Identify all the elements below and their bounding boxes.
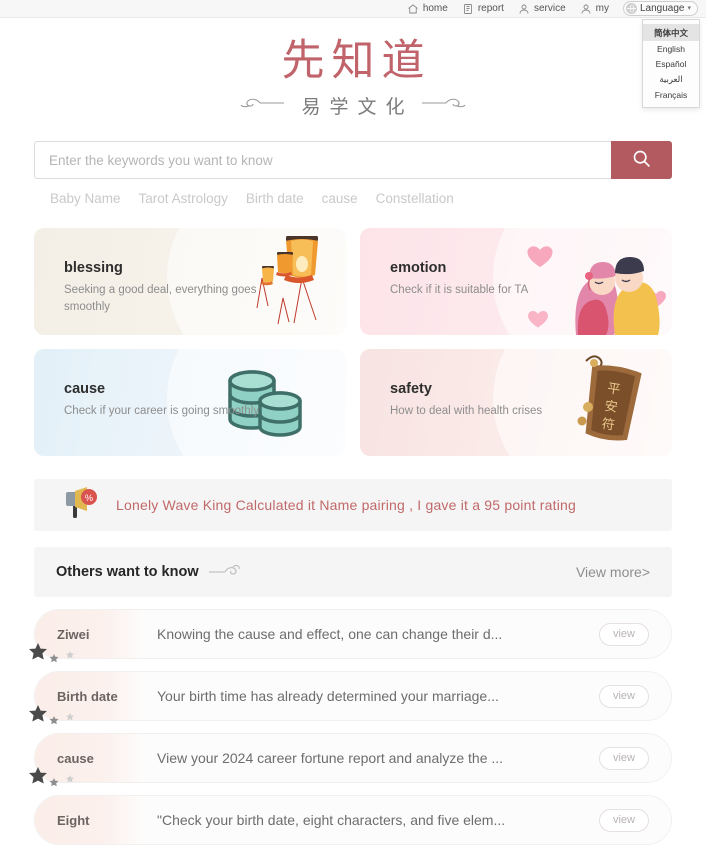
globe-icon [625,3,637,14]
tag-birth-date[interactable]: Birth date [246,191,304,206]
view-more-link[interactable]: View more> [576,564,650,580]
search-input[interactable] [34,141,611,180]
list-item[interactable]: Birth date Your birth time has already d… [29,671,672,725]
card-title-cause: cause [64,381,106,398]
search-bar [34,141,672,180]
feature-card-cause[interactable]: cause Check if your career is going smoo… [34,349,346,457]
language-option-es[interactable]: Español [643,56,699,71]
nav-label-report: report [477,2,504,14]
card-title-safety: safety [390,381,432,398]
nav-item-my[interactable]: my [580,3,609,15]
svg-text:%: % [85,493,93,503]
report-icon [462,3,474,15]
tag-baby-name[interactable]: Baby Name [50,191,121,206]
nav-label-service: service [533,2,566,14]
nav-item-service[interactable]: service [518,3,566,15]
star-decoration-icon [26,763,86,794]
nav-label-home: home [422,2,448,14]
language-option-fr[interactable]: Français [643,87,699,102]
star-decoration-icon [26,639,86,670]
card-desc-blessing: Seeking a good deal, everything goes smo… [64,284,257,314]
language-selector-button[interactable]: Language ▾ [622,1,698,16]
svg-text:安: 安 [603,400,618,417]
search-tag-list: Baby Name Tarot Astrology Birth date cau… [34,191,672,206]
nav-item-home[interactable]: home [407,3,448,15]
cloud-icon-left [240,96,286,115]
cloud-icon [207,563,241,582]
feature-card-safety[interactable]: safety How to deal with health crises 平 … [360,349,672,457]
search-button[interactable] [611,141,672,180]
language-option-zh[interactable]: 简体中文 [643,24,699,41]
user-icon [580,3,592,15]
list-item-text: Your birth time has already determined y… [157,688,499,705]
card-desc-safety: How to deal with health crises [390,405,543,418]
tag-tarot-astrology[interactable]: Tarot Astrology [139,191,228,206]
card-title-emotion: emotion [390,260,447,277]
question-list: Ziwei Knowing the cause and effect, one … [29,609,672,846]
announcement-banner[interactable]: % Lonely Wave King Calculated it Name pa… [34,479,672,532]
star-decoration-icon [26,701,86,732]
card-title-blessing: blessing [64,260,123,277]
list-item-label-pill: Eight [35,796,145,845]
view-button[interactable]: view [599,746,649,770]
list-item[interactable]: cause View your 2024 career fortune repo… [29,733,672,787]
logo-subtitle-row: 易学文化 [0,92,706,119]
list-item[interactable]: Ziwei Knowing the cause and effect, one … [29,609,672,663]
top-navigation-bar: home report service my Language ▾ [0,0,706,18]
view-button[interactable]: view [599,622,649,646]
announcement-text: Lonely Wave King Calculated it Name pair… [116,497,576,514]
site-logo: 先知道 易学文化 [0,18,706,119]
feature-card-blessing[interactable]: blessing Seeking a good deal, everything… [34,228,346,336]
list-item-label: Eight [57,812,90,828]
view-button[interactable]: view [599,808,649,832]
list-item[interactable]: Eight "Check your birth date, eight char… [34,795,672,846]
nav-item-report[interactable]: report [462,3,504,15]
service-person-icon [518,3,530,15]
section-title: Others want to know [56,564,199,581]
card-desc-emotion: Check if it is suitable for TA [390,284,529,297]
language-option-en[interactable]: English [643,41,699,56]
logo-subtitle-text: 易学文化 [301,96,414,119]
card-desc-cause: Check if your career is going smoothly [64,405,259,418]
cloud-icon-right [420,96,466,115]
feature-card-emotion[interactable]: emotion Check if it is suitable for TA [360,228,672,336]
list-item-text: Knowing the cause and effect, one can ch… [157,626,503,643]
tag-cause[interactable]: cause [322,191,358,206]
home-icon [407,3,419,15]
nav-label-my: my [595,2,609,14]
feature-card-grid: blessing Seeking a good deal, everything… [34,228,672,457]
megaphone-percent-icon: % [64,486,102,525]
language-option-ar[interactable]: العربية [643,71,699,87]
tag-constellation[interactable]: Constellation [376,191,454,206]
logo-main-text: 先知道 [281,36,432,86]
section-header-others-want-to-know: Others want to know View more> [34,547,672,598]
chevron-down-icon: ▾ [687,5,691,12]
language-dropdown-menu: 简体中文 English Español العربية Français [642,19,700,108]
section-header-left: Others want to know [56,563,241,582]
search-icon [631,148,652,172]
view-button[interactable]: view [599,684,649,708]
list-item-text: "Check your birth date, eight characters… [157,812,506,829]
list-item-text: View your 2024 career fortune report and… [157,750,504,767]
language-button-label: Language [639,3,685,14]
svg-text:平: 平 [606,382,621,399]
